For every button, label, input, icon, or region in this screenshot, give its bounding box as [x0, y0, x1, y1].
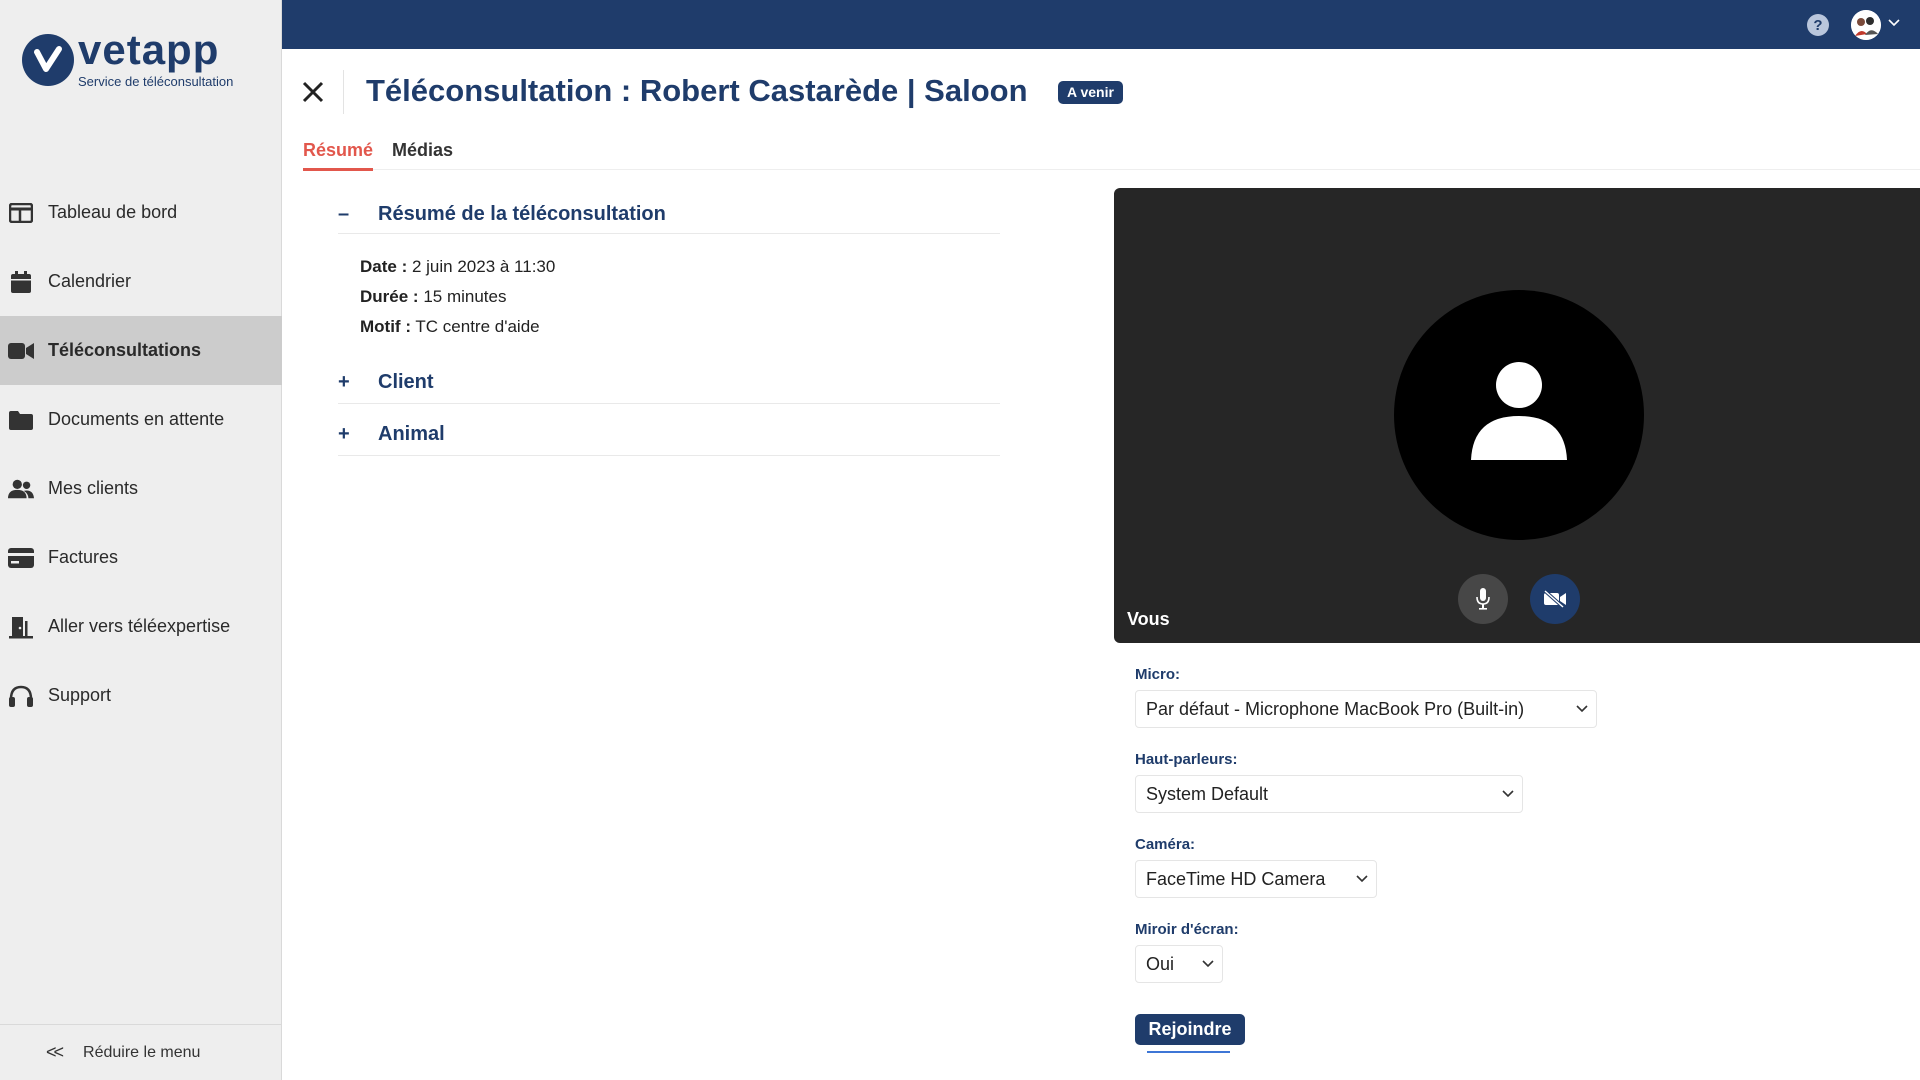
sidebar-item-teleexpertise[interactable]: Aller vers téléexpertise: [0, 592, 282, 661]
sidebar-item-label: Aller vers téléexpertise: [48, 616, 231, 636]
video-camera-icon: [8, 338, 34, 364]
tab-bar: Résumé Médias: [303, 140, 1920, 171]
logo-subtitle: Service de téléconsultation: [78, 74, 234, 89]
mic-select[interactable]: Par défaut - Microphone MacBook Pro (Bui…: [1135, 690, 1597, 728]
speakers-select-value: System Default: [1146, 783, 1269, 804]
detail-date: Date : 2 juin 2023 à 11:30: [360, 257, 556, 276]
page-title: Téléconsultation : Robert Castarède | Sa…: [366, 73, 1028, 108]
tab-resume[interactable]: Résumé: [303, 140, 374, 171]
sidebar-item-label: Mes clients: [48, 478, 139, 498]
microphone-toggle-button[interactable]: [1458, 574, 1508, 624]
chevron-down-icon: [1568, 705, 1596, 713]
camera-select[interactable]: FaceTime HD Camera: [1135, 860, 1377, 898]
summary-section: – Résumé de la téléconsultation: [338, 194, 1000, 234]
speakers-select[interactable]: System Default: [1135, 775, 1523, 813]
collapse-toggle[interactable]: –: [338, 203, 378, 226]
sidebar-nav: Tableau de bord Calendrier Téléconsultat…: [0, 178, 282, 730]
folder-icon: [8, 407, 34, 433]
vetapp-logo[interactable]: vetapp Service de téléconsultation: [22, 26, 262, 96]
sidebar-item-support[interactable]: Support: [0, 661, 282, 730]
mirror-select[interactable]: Oui: [1135, 945, 1223, 983]
sidebar-item-label: Calendrier: [48, 271, 132, 291]
dashboard-icon: [8, 200, 34, 226]
detail-reason: Motif : TC centre d'aide: [360, 317, 540, 336]
join-focus-indicator: [1147, 1051, 1230, 1053]
logo-v-icon: [22, 34, 74, 86]
mirror-select-value: Oui: [1146, 953, 1175, 974]
sidebar-item-label: Factures: [48, 547, 119, 567]
video-preview: Vous: [1114, 188, 1920, 643]
mic-select-value: Par défaut - Microphone MacBook Pro (Bui…: [1146, 698, 1525, 719]
door-exit-icon: [8, 614, 34, 640]
chevron-down-icon: [1348, 875, 1376, 883]
sidebar-item-label: Documents en attente: [48, 409, 225, 429]
calendar-icon: [8, 269, 34, 295]
client-section: + Client: [338, 362, 1000, 404]
chevron-down-icon: [1194, 960, 1222, 968]
speakers-label: Haut-parleurs:: [1135, 751, 1238, 768]
mirror-label: Miroir d'écran:: [1135, 921, 1239, 938]
animal-section-title: Animal: [378, 422, 445, 445]
summary-section-header[interactable]: – Résumé de la téléconsultation: [338, 194, 1000, 234]
sidebar-item-label: Téléconsultations: [48, 340, 202, 360]
summary-details: Date : 2 juin 2023 à 11:30 Durée : 15 mi…: [360, 252, 555, 342]
headset-icon: [8, 683, 34, 709]
microphone-icon: [1476, 588, 1490, 610]
status-badge: A venir: [1058, 81, 1123, 104]
sidebar-item-dashboard[interactable]: Tableau de bord: [0, 178, 282, 247]
header-divider: [343, 70, 344, 114]
close-icon[interactable]: [298, 74, 328, 110]
animal-section: + Animal: [338, 414, 1000, 456]
collapse-menu-label: Réduire le menu: [83, 1043, 201, 1061]
client-section-title: Client: [378, 370, 434, 393]
avatar[interactable]: [1851, 10, 1881, 40]
camera-label: Caméra:: [1135, 836, 1196, 853]
client-section-header[interactable]: + Client: [338, 362, 1000, 402]
sidebar-item-invoices[interactable]: Factures: [0, 523, 282, 592]
expand-toggle[interactable]: +: [338, 371, 378, 394]
logo-wordmark: vetapp: [78, 26, 220, 73]
sidebar-item-clients[interactable]: Mes clients: [0, 454, 282, 523]
sidebar-item-documents[interactable]: Documents en attente: [0, 385, 282, 454]
camera-select-value: FaceTime HD Camera: [1146, 868, 1326, 889]
join-button[interactable]: Rejoindre: [1135, 1014, 1245, 1045]
collapse-menu-button[interactable]: << Réduire le menu: [0, 1024, 282, 1080]
credit-card-icon: [8, 545, 34, 571]
avatar-placeholder: [1394, 290, 1644, 540]
sidebar-item-label: Support: [48, 685, 112, 705]
self-video-label: Vous: [1127, 609, 1170, 629]
expand-toggle[interactable]: +: [338, 423, 378, 446]
detail-duration: Durée : 15 minutes: [360, 287, 507, 306]
help-icon[interactable]: ?: [1807, 14, 1829, 36]
sidebar-item-calendar[interactable]: Calendrier: [0, 247, 282, 316]
animal-section-header[interactable]: + Animal: [338, 414, 1000, 454]
users-icon: [8, 476, 34, 502]
sidebar-item-teleconsultations[interactable]: Téléconsultations: [0, 316, 282, 385]
camera-off-icon: [1543, 590, 1566, 608]
summary-section-title: Résumé de la téléconsultation: [378, 202, 666, 225]
chevron-down-icon[interactable]: [1888, 16, 1900, 30]
person-icon: [1471, 362, 1567, 460]
top-bar: ?: [282, 0, 1920, 49]
double-chevron-left-icon: <<: [46, 1042, 64, 1062]
tab-medias[interactable]: Médias: [392, 140, 453, 161]
sidebar-item-label: Tableau de bord: [48, 202, 178, 222]
camera-toggle-button[interactable]: [1530, 574, 1580, 624]
chevron-down-icon: [1494, 790, 1522, 798]
mic-label: Micro:: [1135, 666, 1180, 683]
sidebar: vetapp Service de téléconsultation Table…: [0, 0, 282, 1080]
